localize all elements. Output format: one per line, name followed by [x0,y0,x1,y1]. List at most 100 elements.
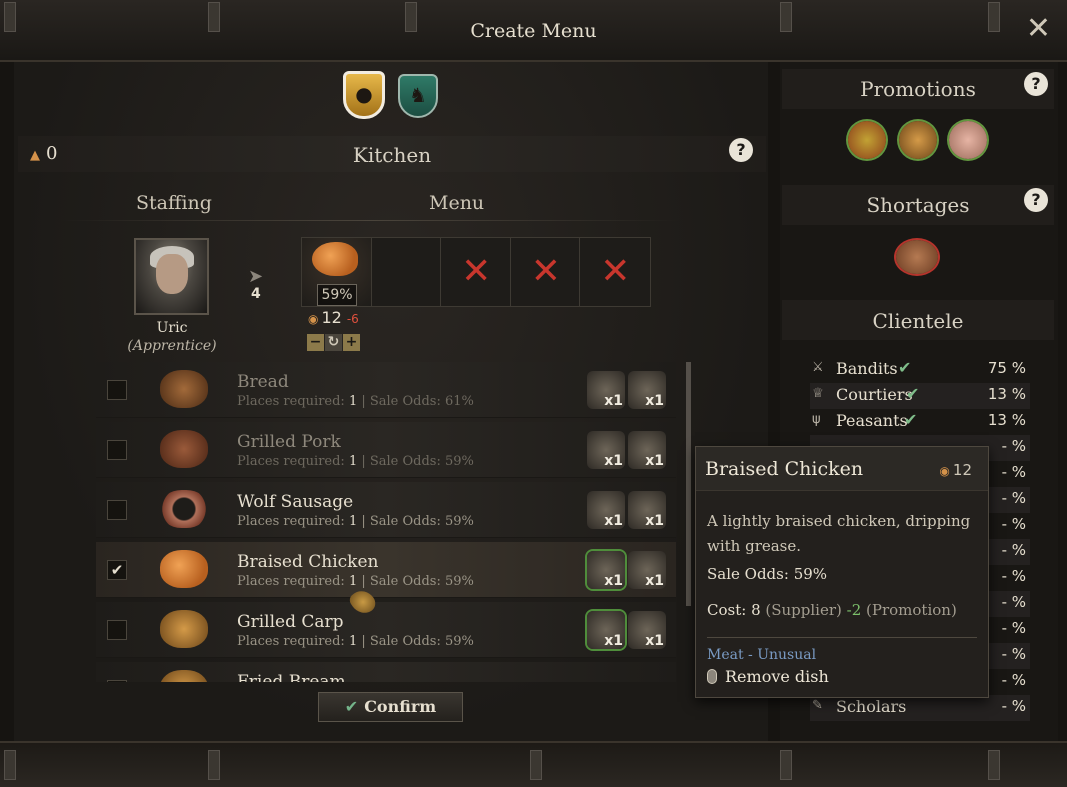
tooltip-tag: Meat - Unusual [707,647,817,663]
menu-slot-1[interactable]: 59% [302,238,372,306]
recipe-checkbox-checked[interactable]: ✔ [107,560,127,580]
price-reset-button[interactable]: ↻ [325,334,342,351]
clientele-name: Scholars [836,697,907,716]
help-icon[interactable]: ? [1024,72,1048,96]
ingredient-count: x1 [604,453,623,469]
recipe-checkbox[interactable] [107,440,127,460]
sausage-icon [160,490,208,528]
price-increase-button[interactable]: + [343,334,360,351]
fish-icon[interactable] [899,121,937,159]
confirm-button[interactable]: ✔ Confirm [318,692,463,722]
help-icon[interactable]: ? [1024,188,1048,212]
odds-value: 59% [793,565,828,583]
check-icon: ✔ [906,384,920,403]
menu-slot-2[interactable] [371,238,442,306]
clientele-percent: - % [1001,463,1026,481]
price-modifier: -6 [346,312,359,326]
window-title: Create Menu [470,20,597,42]
frame-rivet [530,750,542,780]
remove-dish-hint: Remove dish [707,667,829,686]
recipe-list-scrollbar[interactable] [686,362,691,606]
coin-icon: ◉ [939,464,950,478]
recipe-checkbox[interactable] [107,380,127,400]
recipe-name: Fried Bream [237,672,346,682]
recipe-name: Grilled Carp [237,612,344,632]
staff-portrait[interactable] [134,238,209,315]
recipe-details: Places required: 1 | Sale Odds: 61% [237,394,474,409]
list-item[interactable]: Grilled Pork Places required: 1 | Sale O… [96,422,676,478]
check-icon: ✔ [344,697,359,716]
clientele-name: Courtiers [836,385,913,404]
confirm-label: Confirm [364,697,437,716]
flour-icon: x1 [628,371,666,409]
cost-label: Cost: [707,601,752,619]
recipe-checkbox[interactable] [107,620,127,640]
chicken-icon [160,550,208,588]
locked-x-icon: ✕ [530,251,561,292]
recipe-name: Wolf Sausage [237,492,354,512]
mushroom-icon[interactable] [896,240,938,274]
clientele-name: Peasants [836,411,908,430]
list-item[interactable]: ✔ Braised Chicken Places required: 1 | S… [96,542,676,598]
close-icon[interactable]: ✕ [1026,14,1051,44]
raw-fish-icon: x1 [587,611,625,649]
carp-icon [160,610,208,648]
kitchen-title: Kitchen [352,143,432,167]
places-label: Places required: [237,394,349,409]
clientele-percent: - % [1001,437,1026,455]
arrow-right-icon: ➤ [248,266,264,287]
apples-icon[interactable] [848,121,886,159]
list-item[interactable]: Grilled Carp Places required: 1 | Sale O… [96,602,676,658]
recipe-details: Places required: 1 | Sale Odds: 59% [237,454,474,469]
wheat-icon: x1 [587,371,625,409]
clientele-row-courtiers: ♕ Courtiers ✔ 13 % [810,383,1030,409]
raw-chicken-icon: x1 [587,551,625,589]
promo-source: (Promotion) [861,601,957,619]
places-label: Places required: [237,634,349,649]
recipe-list[interactable]: Bread Places required: 1 | Sale Odds: 61… [96,362,676,682]
places-label: Places required: [237,514,349,529]
recipe-name: Grilled Pork [237,432,341,452]
odds-label: | Sale Odds: [357,634,445,649]
list-item[interactable]: Fried Bream [96,662,676,682]
tab-bear-shield[interactable]: ♞ [398,74,438,118]
help-icon[interactable]: ? [729,138,753,162]
clientele-percent: 13 % [987,411,1026,429]
coin-icon: ◉ [308,312,319,326]
meat-icon: x1 [587,431,625,469]
places-value: 1 [348,394,358,409]
recipe-name: Bread [237,372,289,392]
tooltip-cost: Cost: 8 (Supplier) -2 (Promotion) [707,601,957,619]
remove-dish-label: Remove dish [725,667,829,686]
places-value: 1 [348,574,358,589]
clientele-percent: - % [1001,671,1026,689]
recipe-checkbox[interactable] [107,500,127,520]
places-label: Places required: [237,574,349,589]
clientele-row-bandits: ⚔ Bandits ✔ 75 % [810,357,1030,383]
clientele-row-scholars: ✎ Scholars - % [810,695,1030,721]
bream-icon [160,670,208,682]
odds-label: | Sale Odds: [357,394,445,409]
tooltip-description: A lightly braised chicken, dripping with… [707,512,971,555]
price-decrease-button[interactable]: − [307,334,324,351]
list-item[interactable]: Wolf Sausage Places required: 1 | Sale O… [96,482,676,538]
ingredient-count: x1 [604,633,623,649]
shortages-title: Shortages [866,193,970,217]
promotions-title: Promotions [860,77,976,101]
ingredient-count: x1 [645,633,664,649]
frame-rivet [208,750,220,780]
staff-role: (Apprentice) [127,338,217,354]
pork-icon [160,430,208,468]
bread-icon [160,370,208,408]
list-item[interactable]: Bread Places required: 1 | Sale Odds: 61… [96,362,676,418]
clientele-percent: - % [1001,541,1026,559]
check-icon: ✔ [904,410,918,429]
staff-name: Uric [156,320,188,336]
menu-slot-3-locked: ✕ [441,238,511,306]
places-value: 1 [348,454,358,469]
recipe-checkbox[interactable] [107,680,127,682]
bandit-icon: ⚔ [812,360,824,375]
tab-kitchen-shield[interactable]: ● [343,71,385,119]
clientele-percent: - % [1001,567,1026,585]
chicken-icon[interactable] [949,121,987,159]
